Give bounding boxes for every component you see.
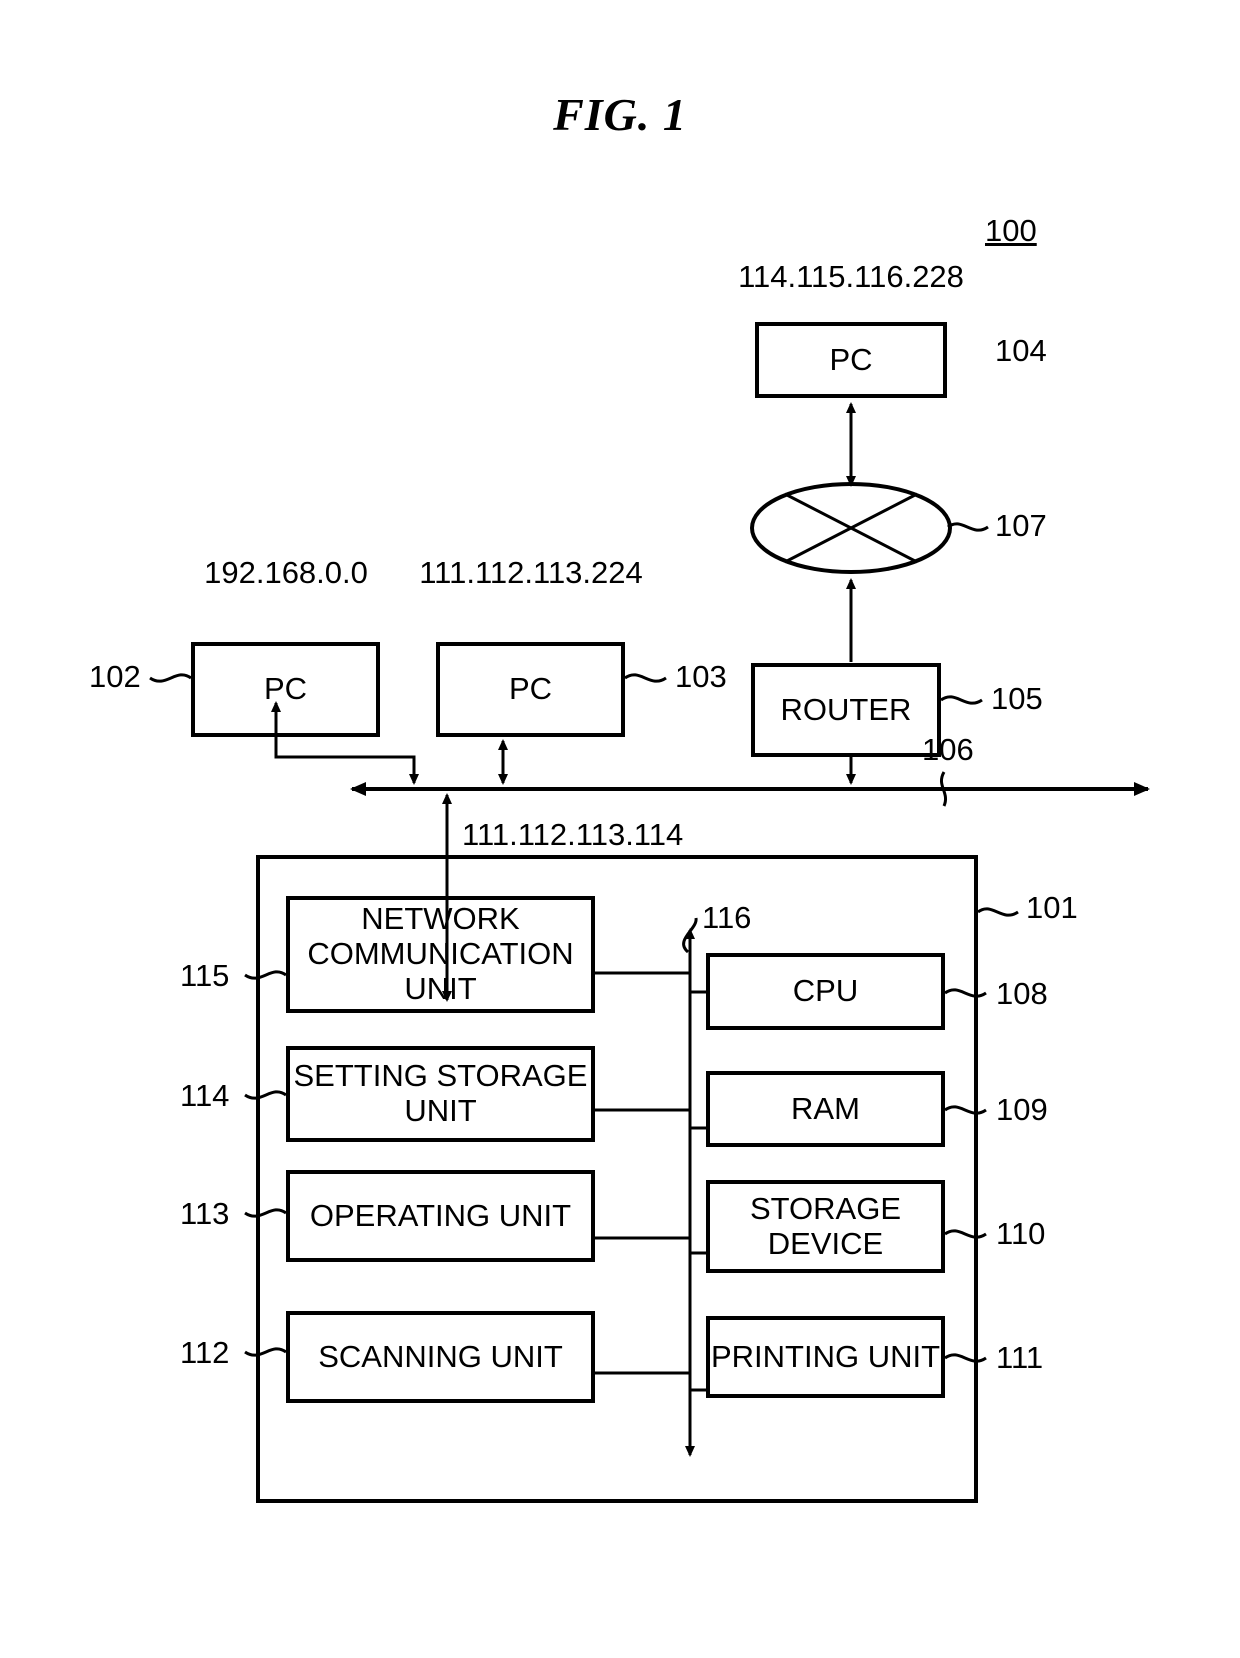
unit-box-112 — [286, 1311, 595, 1403]
unit-box-111 — [706, 1316, 945, 1398]
router-box — [751, 663, 941, 757]
figure-page: FIG. 1 100 114.115.116.228 PC 104 107 19… — [0, 0, 1240, 1658]
unit-box-110 — [706, 1180, 945, 1273]
pc-103-box — [436, 642, 625, 737]
ref-111: 111 — [996, 1340, 1044, 1375]
ref-102: 102 — [89, 659, 141, 694]
ref-101: 101 — [1026, 890, 1078, 925]
ref-116: 116 — [702, 900, 752, 935]
unit-box-108 — [706, 953, 945, 1030]
ref-114: 114 — [180, 1078, 230, 1113]
ref-110: 110 — [996, 1216, 1046, 1251]
unit-box-114 — [286, 1046, 595, 1142]
ref-104: 104 — [995, 333, 1047, 368]
ref-106: 106 — [922, 732, 974, 767]
ref-108: 108 — [996, 976, 1048, 1011]
unit-box-115 — [286, 896, 595, 1013]
pc-102-box — [191, 642, 380, 737]
ref-112: 112 — [180, 1335, 230, 1370]
device-ip-label: 111.112.113.114 — [462, 817, 684, 852]
pc-102-ip-label: 192.168.0.0 — [204, 555, 368, 590]
ref-105: 105 — [991, 681, 1043, 716]
pc-104-box — [755, 322, 947, 398]
ref-103: 103 — [675, 659, 727, 694]
pc-104-ip-label: 114.115.116.228 — [738, 259, 964, 294]
ref-113: 113 — [180, 1196, 230, 1231]
ref-109: 109 — [996, 1092, 1048, 1127]
ref-115: 115 — [180, 958, 230, 993]
unit-box-109 — [706, 1071, 945, 1147]
unit-box-113 — [286, 1170, 595, 1262]
ref-107: 107 — [995, 508, 1047, 543]
pc-103-ip-label: 111.112.113.224 — [419, 555, 643, 590]
system-reference-number: 100 — [985, 213, 1037, 248]
